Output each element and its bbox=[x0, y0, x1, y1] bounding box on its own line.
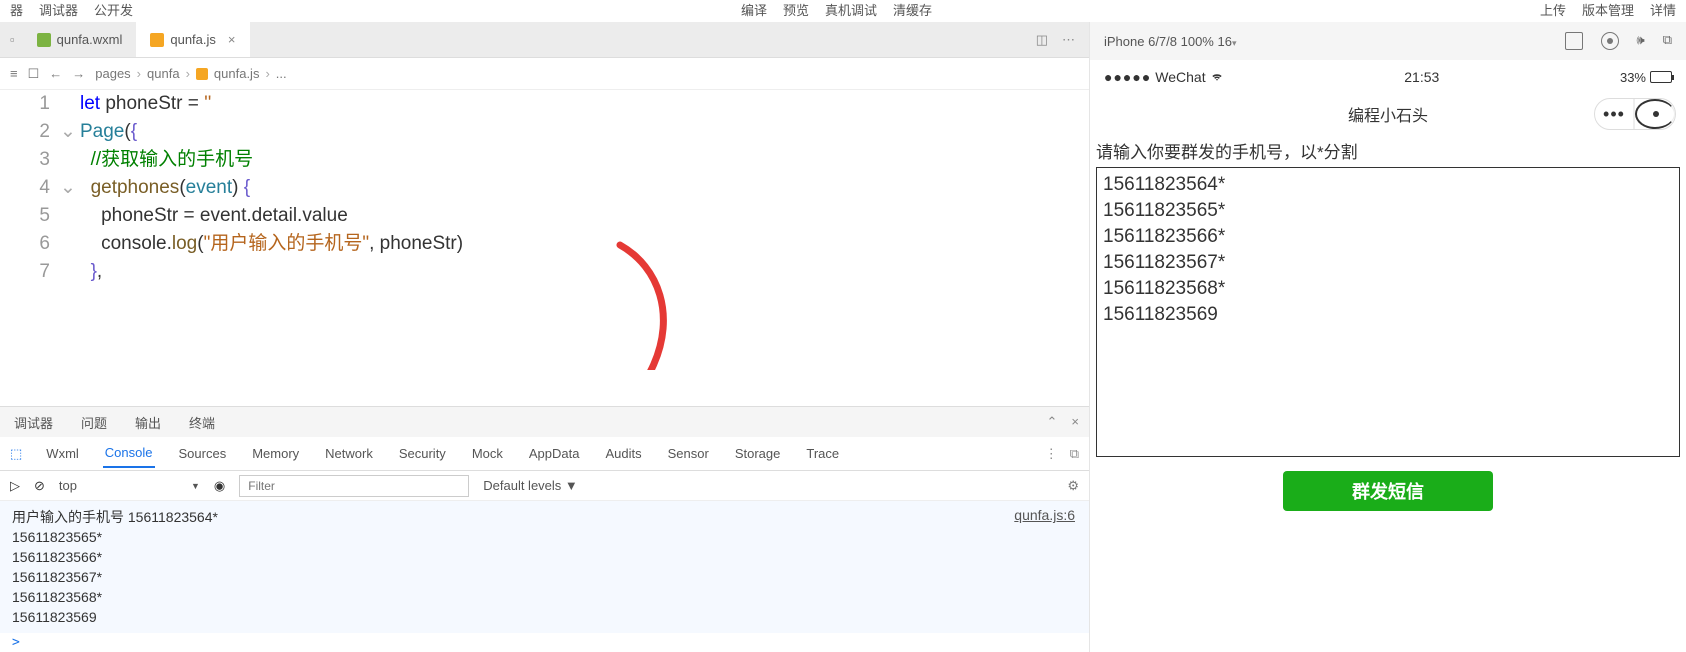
devtools-panel: 调试器 问题 输出 终端 ⌃ × ⬚ Wxml Console Sources … bbox=[0, 406, 1089, 652]
file-icon bbox=[37, 33, 51, 47]
devtools-tab[interactable]: 问题 bbox=[77, 413, 111, 432]
code-content[interactable]: let phoneStr = '' Page({ //获取输入的手机号 getp… bbox=[80, 90, 1089, 406]
menu-item[interactable]: 清缓存 bbox=[893, 0, 932, 22]
menu-item[interactable]: 器 bbox=[10, 0, 23, 22]
play-icon[interactable]: ▷ bbox=[10, 478, 20, 494]
capsule-button[interactable]: ••• bbox=[1594, 98, 1676, 130]
battery-icon bbox=[1650, 71, 1672, 83]
close-icon[interactable]: × bbox=[228, 32, 236, 47]
capsule-menu-icon[interactable]: ••• bbox=[1595, 99, 1635, 129]
devtools-subtabs: ⬚ Wxml Console Sources Memory Network Se… bbox=[0, 437, 1089, 471]
carrier-label: WeChat bbox=[1155, 69, 1205, 85]
phone-frame: ●●●●● WeChat 21:53 33% 编程小石头 bbox=[1090, 60, 1686, 652]
inspect-icon[interactable]: ⬚ bbox=[10, 446, 22, 462]
log-level-selector[interactable]: Default levels ▼ bbox=[483, 478, 578, 493]
menu-item[interactable]: 调试器 bbox=[39, 0, 78, 22]
split-editor-icon[interactable]: ◫ bbox=[1036, 32, 1048, 48]
devtools-toplevel-tabs: 调试器 问题 输出 终端 ⌃ × bbox=[0, 407, 1089, 437]
top-menu-bar: 器 调试器 公开发 编译 预览 真机调试 清缓存 上传 版本管理 详情 bbox=[0, 0, 1686, 22]
bookmark-icon[interactable]: ☐ bbox=[28, 66, 40, 82]
devtools-tab-sensor[interactable]: Sensor bbox=[666, 440, 711, 467]
menu-item[interactable]: 版本管理 bbox=[1582, 0, 1634, 22]
simulator-toolbar: iPhone 6/7/8 100% 16▾ 🕪 ⧉ bbox=[1090, 22, 1686, 60]
nav-forward-icon[interactable]: → bbox=[72, 66, 85, 81]
devtools-tab-audits[interactable]: Audits bbox=[603, 440, 643, 467]
devtools-tab-mock[interactable]: Mock bbox=[470, 440, 505, 467]
more-icon[interactable]: ⋯ bbox=[1062, 32, 1075, 48]
devtools-tab[interactable]: 调试器 bbox=[10, 413, 57, 432]
devtools-tab-trace[interactable]: Trace bbox=[804, 440, 841, 467]
record-icon[interactable] bbox=[1601, 32, 1619, 50]
menu-item[interactable]: 预览 bbox=[783, 0, 809, 22]
console-toolbar: ▷ ⊘ top▼ ◉ Default levels ▼ ⚙ bbox=[0, 471, 1089, 501]
input-prompt-label: 请输入你要群发的手机号，以*分割 bbox=[1096, 138, 1680, 163]
tab-label: qunfa.js bbox=[170, 32, 216, 47]
devtools-tab-security[interactable]: Security bbox=[397, 440, 448, 467]
filter-input[interactable] bbox=[239, 475, 469, 497]
dock-icon[interactable]: ⧉ bbox=[1070, 446, 1079, 462]
breadcrumb: ≡ ☐ ← → pages › qunfa › qunfa.js › ... bbox=[0, 58, 1089, 90]
time-label: 21:53 bbox=[1404, 69, 1439, 85]
outline-icon[interactable]: ≡ bbox=[10, 66, 18, 81]
tab-qunfa-js[interactable]: qunfa.js × bbox=[136, 22, 249, 57]
devtools-tab-network[interactable]: Network bbox=[323, 440, 375, 467]
mute-icon[interactable]: 🕪 bbox=[1637, 32, 1645, 50]
signal-icon: ●●●●● bbox=[1104, 69, 1151, 85]
devtools-tab-appdata[interactable]: AppData bbox=[527, 440, 582, 467]
screenshot-icon[interactable] bbox=[1565, 32, 1583, 50]
wifi-icon bbox=[1210, 69, 1224, 86]
breadcrumb-part[interactable]: qunfa bbox=[147, 66, 180, 81]
eye-icon[interactable]: ◉ bbox=[214, 478, 225, 494]
console-output[interactable]: qunfa.js:6 用户输入的手机号 15611823564* 1561182… bbox=[0, 501, 1089, 633]
nav-back-icon[interactable]: ← bbox=[49, 66, 62, 81]
context-selector[interactable]: top▼ bbox=[59, 478, 200, 493]
detach-icon[interactable]: ⧉ bbox=[1663, 32, 1672, 50]
phone-statusbar: ●●●●● WeChat 21:53 33% bbox=[1090, 60, 1686, 94]
console-source-link[interactable]: qunfa.js:6 bbox=[1014, 505, 1075, 525]
fold-gutter[interactable]: ⌄ ⌄ bbox=[60, 90, 80, 406]
devtools-tab-storage[interactable]: Storage bbox=[733, 440, 783, 467]
menu-item[interactable]: 编译 bbox=[741, 0, 767, 22]
device-selector[interactable]: iPhone 6/7/8 100% 16▾ bbox=[1104, 34, 1236, 49]
breadcrumb-part: ... bbox=[276, 66, 287, 81]
send-sms-button[interactable]: 群发短信 bbox=[1283, 471, 1493, 511]
phone-navbar: 编程小石头 ••• bbox=[1090, 94, 1686, 134]
devtools-tab-sources[interactable]: Sources bbox=[177, 440, 229, 467]
console-prompt[interactable]: > bbox=[0, 633, 1089, 652]
breadcrumb-part[interactable]: pages bbox=[95, 66, 130, 81]
menu-item[interactable]: 上传 bbox=[1540, 0, 1566, 22]
devtools-tab[interactable]: 输出 bbox=[131, 413, 165, 432]
tab-new-icon[interactable]: ▫ bbox=[10, 32, 15, 47]
gear-icon[interactable]: ⚙ bbox=[1067, 478, 1079, 494]
devtools-tab[interactable]: 终端 bbox=[185, 413, 219, 432]
capsule-close-icon[interactable] bbox=[1635, 99, 1675, 129]
devtools-tab-console[interactable]: Console bbox=[103, 439, 155, 468]
devtools-tab-memory[interactable]: Memory bbox=[250, 440, 301, 467]
more-icon[interactable]: ⋮ bbox=[1045, 446, 1058, 462]
close-icon[interactable]: × bbox=[1071, 414, 1079, 430]
breadcrumb-part[interactable]: qunfa.js bbox=[214, 66, 260, 81]
clear-icon[interactable]: ⊘ bbox=[34, 478, 45, 494]
tab-label: qunfa.wxml bbox=[57, 32, 123, 47]
battery-percent: 33% bbox=[1620, 70, 1646, 85]
devtools-tab-wxml[interactable]: Wxml bbox=[44, 440, 81, 467]
tab-qunfa-wxml[interactable]: qunfa.wxml bbox=[23, 22, 137, 57]
collapse-icon[interactable]: ⌃ bbox=[1047, 414, 1058, 430]
page-title: 编程小石头 bbox=[1348, 102, 1428, 126]
line-gutter: 1234567 bbox=[0, 90, 60, 406]
editor-tabbar: ▫ qunfa.wxml qunfa.js × ◫ ⋯ bbox=[0, 22, 1089, 58]
code-editor[interactable]: 1234567 ⌄ ⌄ let phoneStr = '' Page({ //获… bbox=[0, 90, 1089, 406]
simulator-panel: iPhone 6/7/8 100% 16▾ 🕪 ⧉ ●●●●● WeChat bbox=[1090, 22, 1686, 652]
menu-item[interactable]: 真机调试 bbox=[825, 0, 877, 22]
file-icon bbox=[150, 33, 164, 47]
phone-textarea[interactable]: 15611823564* 15611823565* 15611823566* 1… bbox=[1096, 167, 1680, 457]
menu-item[interactable]: 公开发 bbox=[94, 0, 133, 22]
menu-item[interactable]: 详情 bbox=[1650, 0, 1676, 22]
